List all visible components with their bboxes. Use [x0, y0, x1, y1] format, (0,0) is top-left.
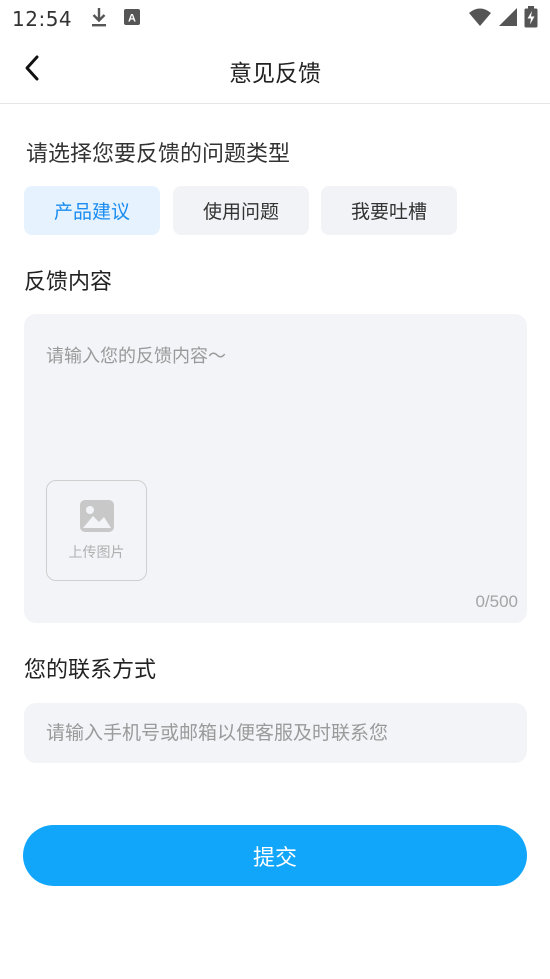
page-title: 意见反馈 — [229, 60, 321, 87]
status-time: 12:54 — [12, 7, 73, 31]
status-bar: 12:54 A — [0, 0, 550, 38]
feedback-content-label: 反馈内容 — [24, 270, 113, 295]
contact-label: 您的联系方式 — [24, 658, 157, 683]
status-system-icons — [468, 6, 538, 32]
signal-icon — [498, 7, 518, 31]
wifi-icon — [468, 7, 492, 31]
contact-input[interactable] — [24, 703, 527, 763]
upload-image-button[interactable]: 上传图片 — [46, 480, 147, 581]
image-icon — [79, 499, 114, 536]
feedback-textarea[interactable]: 请输入您的反馈内容～ 上传图片 0/500 — [24, 314, 527, 623]
status-notification-icons: A — [90, 6, 141, 32]
battery-charging-icon — [524, 6, 538, 32]
upload-image-label: 上传图片 — [68, 544, 125, 561]
chevron-left-icon — [22, 54, 42, 86]
type-chip-label: 使用问题 — [202, 201, 279, 223]
nav-bar: 意见反馈 — [0, 38, 550, 104]
svg-text:A: A — [128, 13, 136, 25]
type-chip-usage-issue[interactable]: 使用问题 — [173, 186, 309, 235]
character-counter: 0/500 — [475, 592, 518, 611]
feedback-placeholder: 请输入您的反馈内容～ — [46, 346, 226, 367]
submit-button[interactable]: 提交 — [23, 825, 527, 886]
type-chip-label: 产品建议 — [53, 201, 130, 223]
submit-label: 提交 — [252, 845, 297, 871]
download-icon — [90, 6, 108, 32]
type-chip-product-suggestion[interactable]: 产品建议 — [24, 186, 160, 235]
back-button[interactable] — [14, 52, 50, 88]
a-notification-icon: A — [124, 9, 141, 29]
type-chip-complaint[interactable]: 我要吐槽 — [321, 186, 457, 235]
type-chip-label: 我要吐槽 — [350, 201, 427, 223]
feedback-type-label: 请选择您要反馈的问题类型 — [26, 142, 291, 167]
